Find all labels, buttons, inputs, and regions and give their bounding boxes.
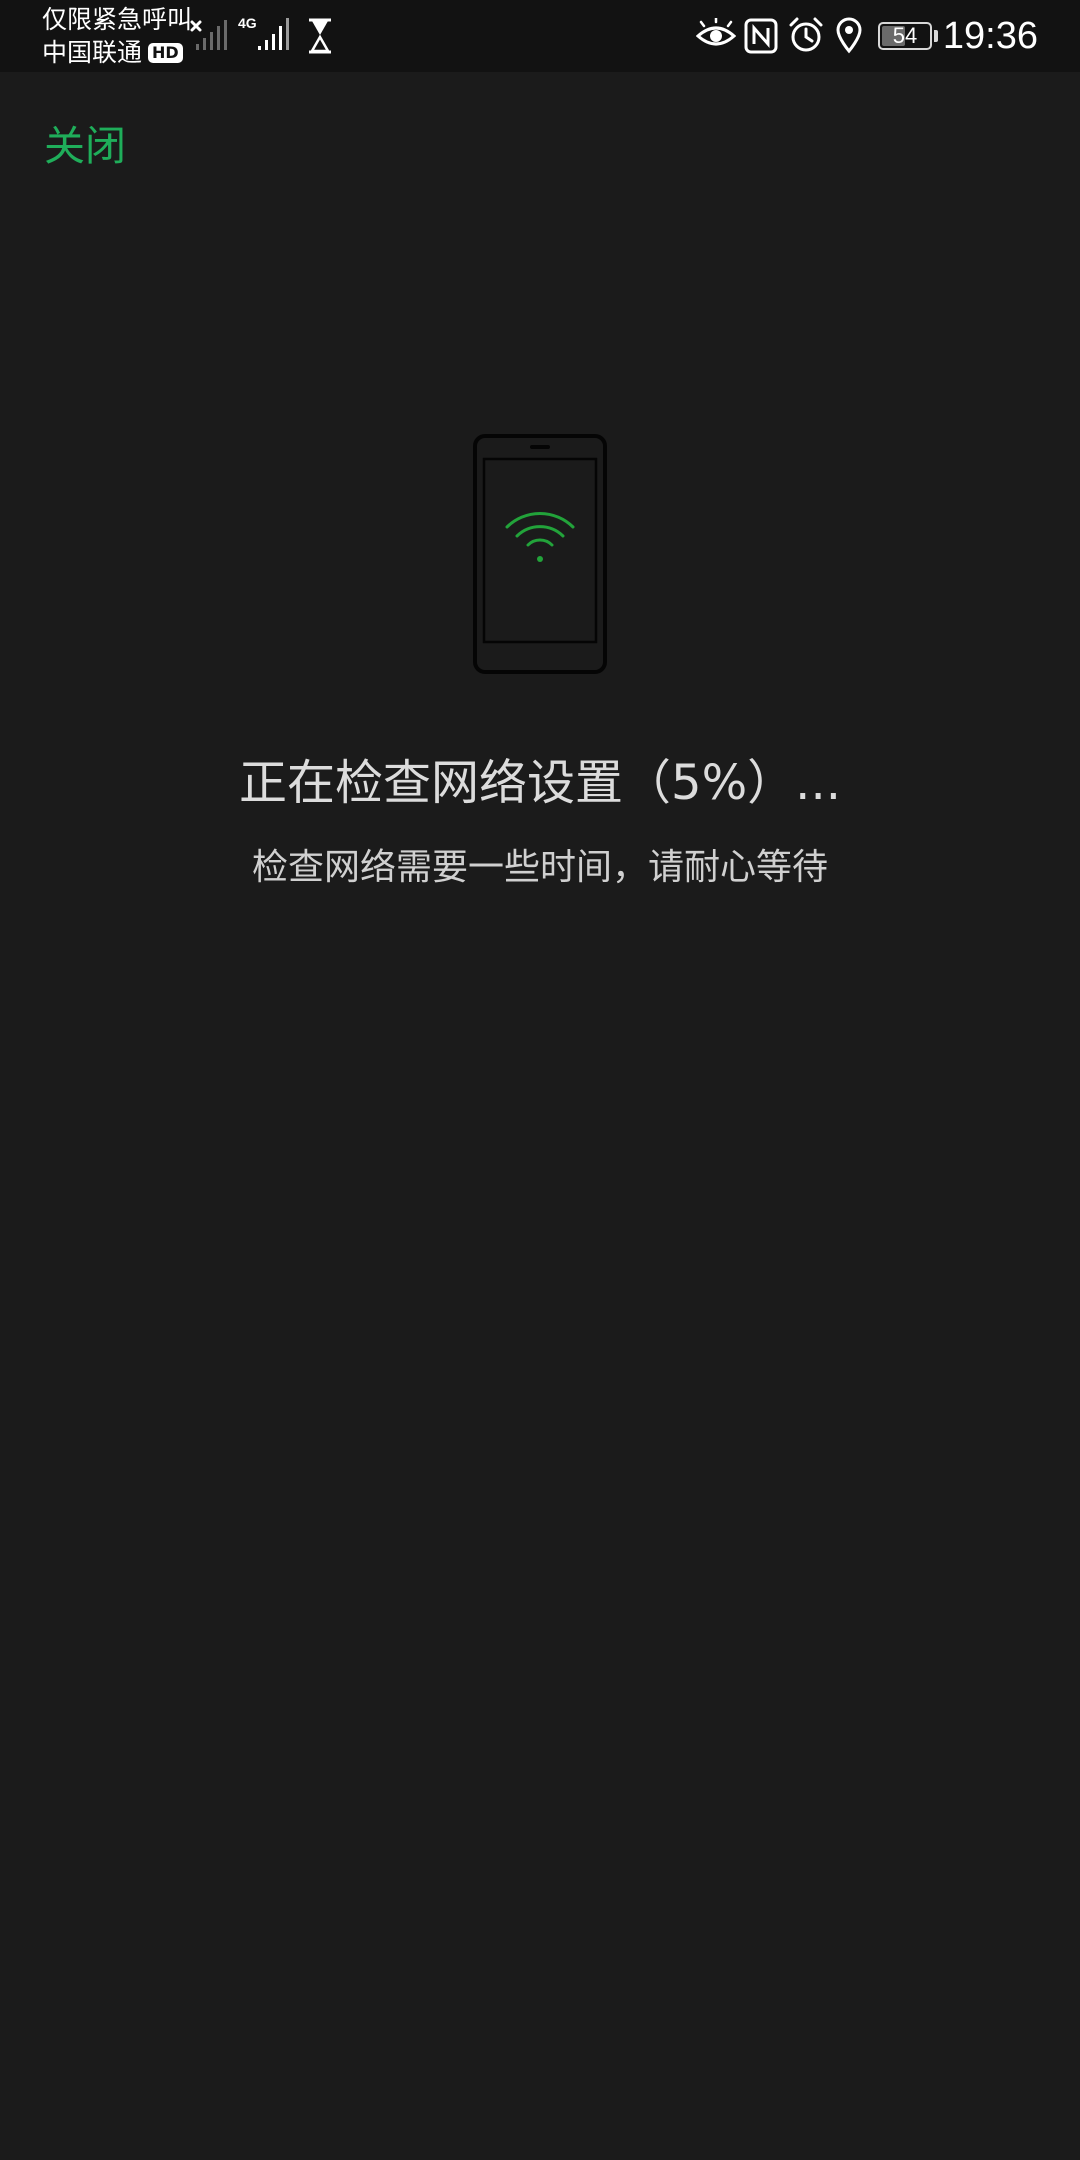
- battery-tip: [934, 30, 938, 42]
- hd-badge: HD: [148, 43, 183, 63]
- wifi-icon: [505, 512, 575, 547]
- status-bar: 仅限紧急呼叫 中国联通 HD 4G 54 19:36: [0, 0, 1080, 72]
- carrier-status-text: 仅限紧急呼叫: [42, 5, 193, 34]
- page-title: 正在检查网络设置（5%）...: [239, 755, 841, 811]
- close-button[interactable]: 关闭: [44, 118, 126, 174]
- battery-icon: 54: [878, 22, 932, 50]
- alarm-icon: [789, 17, 823, 52]
- signal-x-icon: [190, 20, 227, 50]
- location-icon: [836, 17, 862, 54]
- page-subtitle: 检查网络需要一些时间，请耐心等待: [251, 847, 828, 888]
- carrier-name-label: 中国联通: [42, 38, 143, 67]
- eye-icon: [696, 18, 736, 46]
- battery-level: 54: [892, 23, 918, 48]
- network-type-label: 4G: [238, 15, 257, 31]
- phone-wifi-icon: [473, 434, 607, 674]
- carrier-name: 中国联通 HD: [42, 37, 183, 69]
- nfc-icon: [744, 18, 778, 54]
- hourglass-icon: [309, 18, 331, 54]
- signal-4g-icon: 4G: [238, 15, 289, 50]
- status-time: 19:36: [942, 15, 1038, 57]
